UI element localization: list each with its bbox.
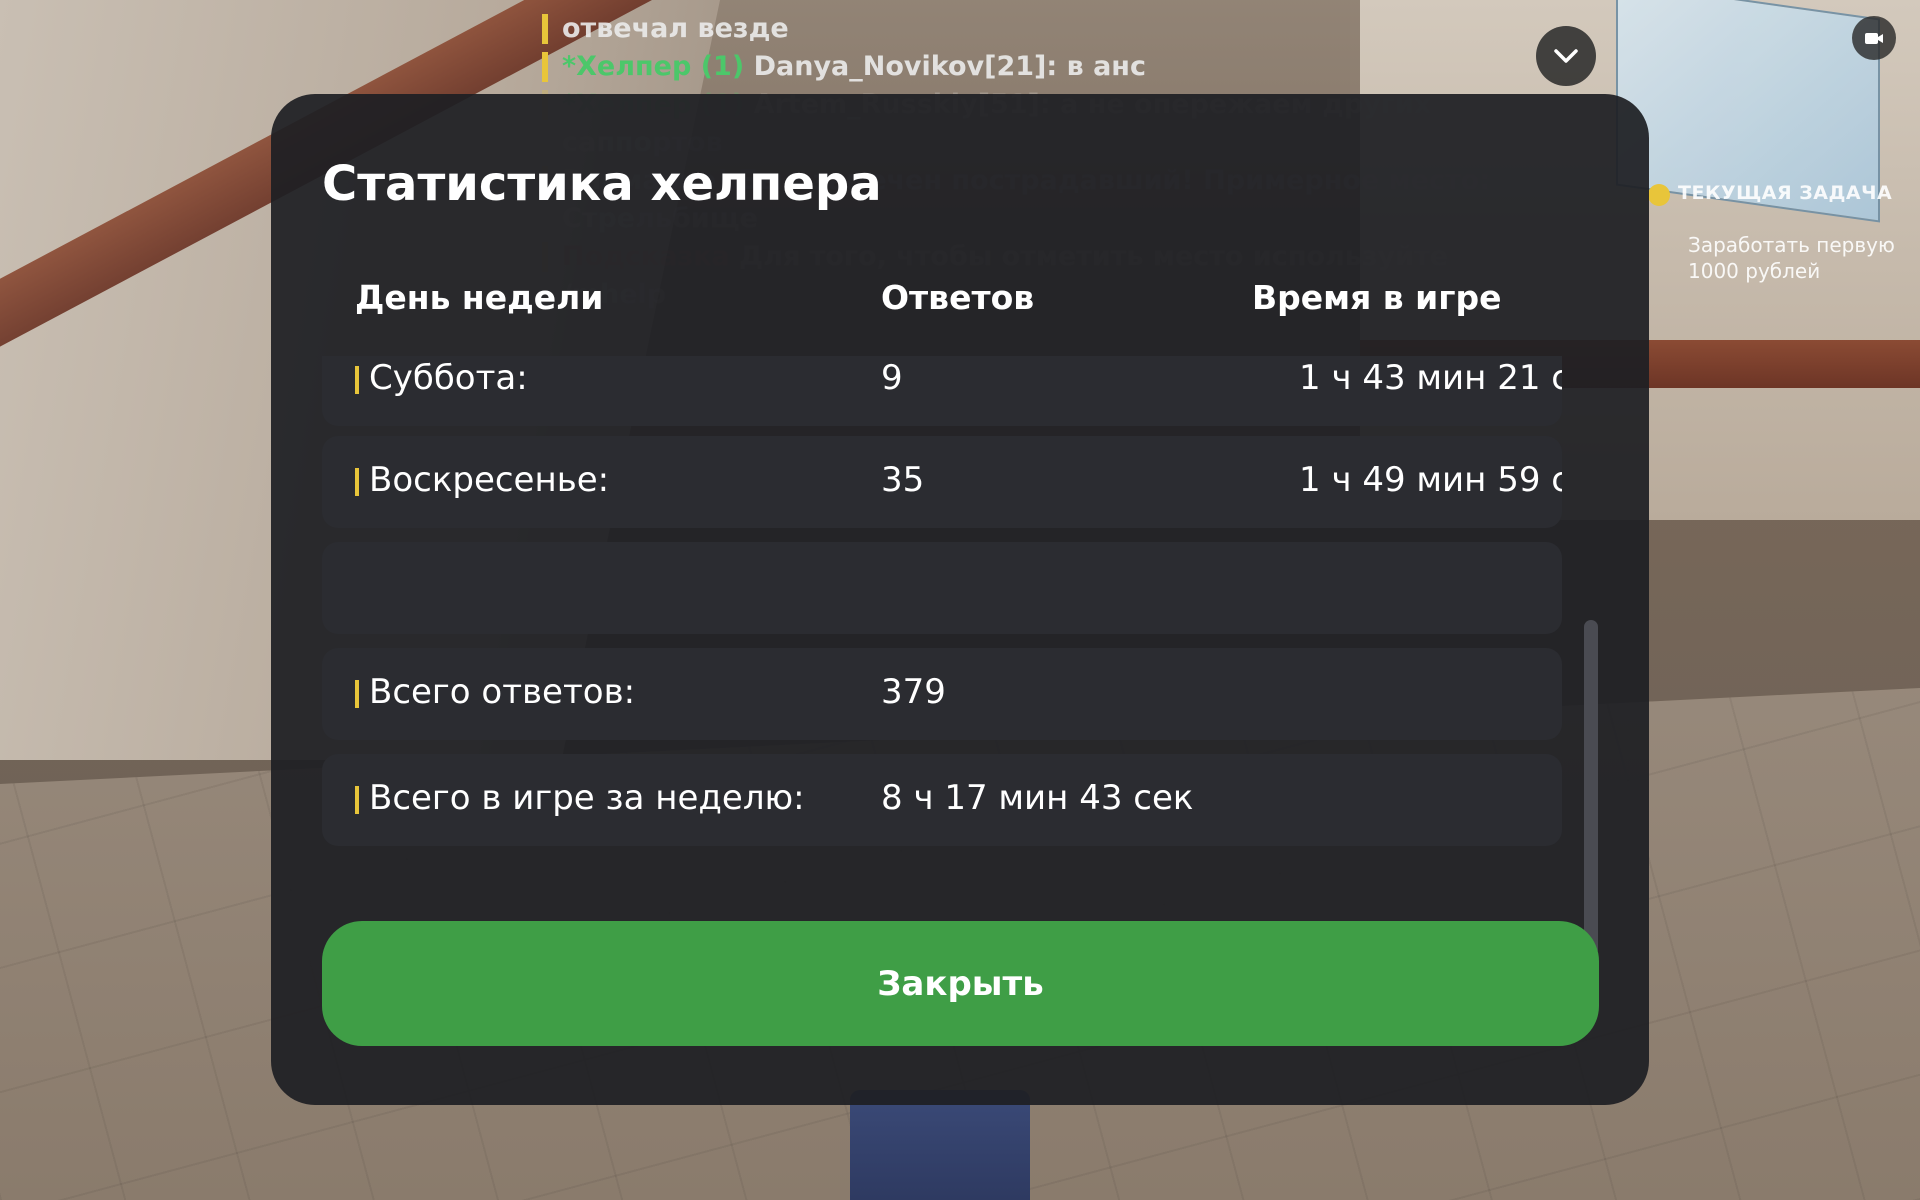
collapse-chat-button[interactable] <box>1536 26 1596 86</box>
stats-table-body[interactable]: Суббота: 9 1 ч 43 мин 21 сек Воскресенье… <box>322 356 1562 956</box>
column-header-day: День недели <box>355 278 604 317</box>
row-answers: 9 <box>881 358 903 398</box>
modal-title: Статистика хелпера <box>322 156 882 212</box>
camera-button[interactable] <box>1852 16 1896 60</box>
helper-stats-modal: Статистика хелпера День недели Ответов В… <box>271 94 1649 1105</box>
column-header-time: Время в игре <box>1252 278 1502 317</box>
task-text: Заработать первую 1000 рублей <box>1688 233 1895 283</box>
row-answers: 379 <box>881 672 946 712</box>
scrollbar[interactable] <box>1584 620 1598 956</box>
camera-icon <box>1865 33 1883 44</box>
column-header-answers: Ответов <box>881 278 1035 317</box>
table-row-empty <box>322 542 1562 634</box>
table-row-total-time: Всего в игре за неделю: 8 ч 17 мин 43 се… <box>322 754 1562 846</box>
table-row: Суббота: 9 1 ч 43 мин 21 сек <box>322 356 1562 426</box>
task-title: ТЕКУЩАЯ ЗАДАЧА <box>1678 182 1893 204</box>
row-answers: 35 <box>881 460 925 500</box>
table-row: Воскресенье: 35 1 ч 49 мин 59 сек <box>322 436 1562 528</box>
chevron-down-icon <box>1554 49 1578 63</box>
row-day: Всего в игре за неделю: <box>355 778 805 818</box>
row-time: 1 ч 49 мин 59 сек <box>1299 460 1562 500</box>
row-time: 1 ч 43 мин 21 сек <box>1299 358 1562 398</box>
row-answers: 8 ч 17 мин 43 сек <box>881 778 1194 818</box>
stats-table-header: День недели Ответов Время в игре <box>322 278 1562 338</box>
row-day: Всего ответов: <box>355 672 635 712</box>
player-character <box>850 1090 1030 1200</box>
table-row-total-answers: Всего ответов: 379 <box>322 648 1562 740</box>
close-button[interactable]: Закрыть <box>322 921 1599 1046</box>
row-day: Воскресенье: <box>355 460 609 500</box>
row-day: Суббота: <box>355 358 528 398</box>
current-task-widget: ТЕКУЩАЯ ЗАДАЧА Заработать первую 1000 ру… <box>1648 182 1920 312</box>
